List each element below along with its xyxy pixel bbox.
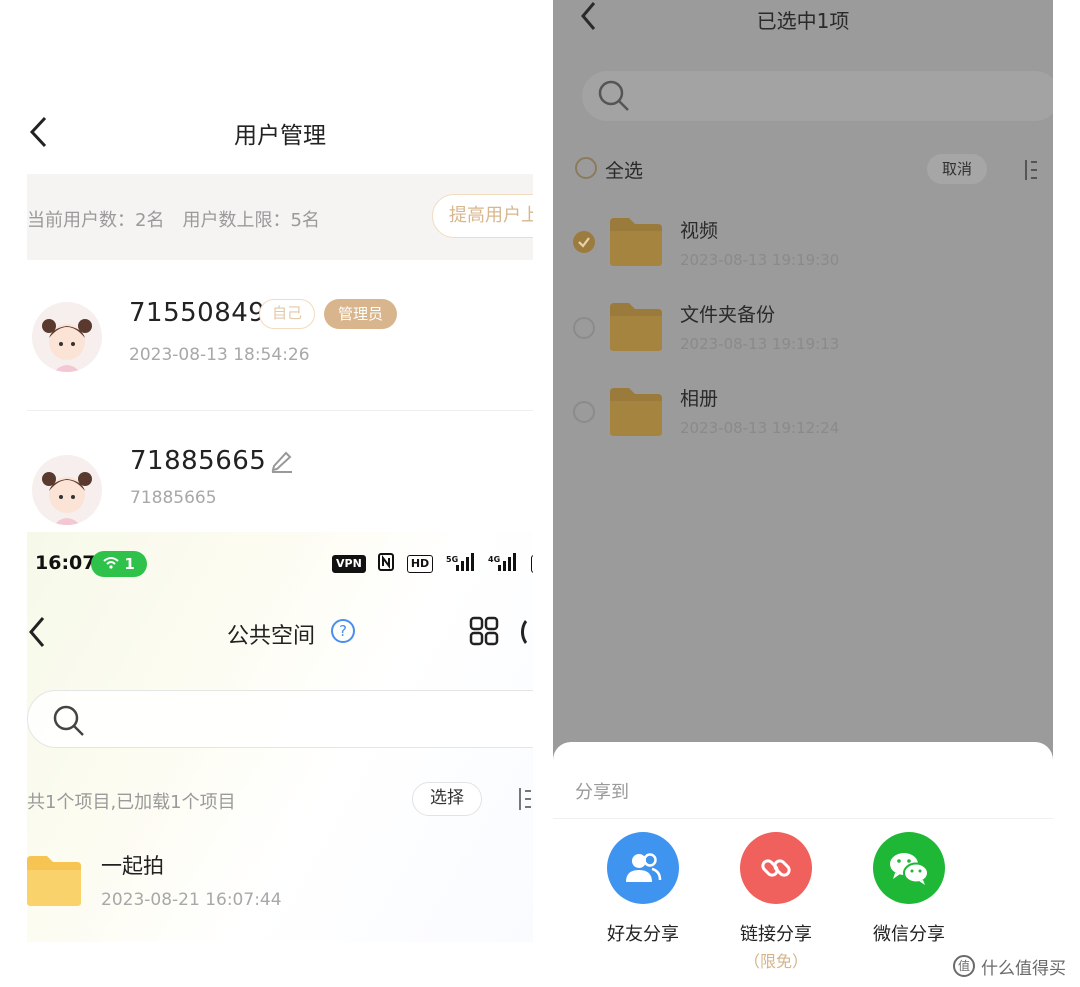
user-limit: 用户数上限：5名 xyxy=(182,210,320,231)
page-title: 用户管理 xyxy=(234,123,326,149)
folder-name[interactable]: 视频 xyxy=(680,216,718,243)
friends-icon xyxy=(607,832,679,904)
sort-icon[interactable] xyxy=(517,786,533,816)
search-icon xyxy=(52,704,86,742)
battery-icon: 21 xyxy=(530,555,533,573)
user-created-date: 2023-08-13 18:54:26 xyxy=(129,345,310,365)
edit-pencil-icon[interactable] xyxy=(270,448,294,478)
avatar xyxy=(32,302,102,372)
svg-text:4G: 4G xyxy=(488,555,500,564)
self-tag: 自己 xyxy=(259,299,316,329)
watermark-logo: 值 xyxy=(953,955,975,977)
more-icon[interactable] xyxy=(521,616,533,648)
selection-share-screen: 已选中1项 全选 取消 视频 2023-08-13 19:19:30 文件夹备份… xyxy=(553,0,1053,987)
current-user-count: 当前用户数：2名 xyxy=(27,210,165,231)
link-icon xyxy=(740,832,812,904)
cancel-button[interactable]: 取消 xyxy=(927,154,987,184)
item-count-text: 共1个项目,已加载1个项目 xyxy=(27,792,236,813)
user-management-screen: 用户管理 当前用户数：2名 用户数上限：5名 提高用户上 71550849 自己 … xyxy=(27,0,533,532)
wechat-icon xyxy=(873,832,945,904)
svg-text:5G: 5G xyxy=(446,555,458,564)
folder-icon xyxy=(610,216,662,270)
folder-date: 2023-08-21 16:07:44 xyxy=(101,890,282,910)
page-title: 公共空间 xyxy=(227,624,316,649)
avatar xyxy=(32,455,102,525)
status-bar-icons: VPN HD 5G 4G 21 xyxy=(332,553,533,575)
folder-date: 2023-08-13 19:19:13 xyxy=(680,335,840,353)
select-button[interactable]: 选择 xyxy=(412,782,482,816)
vpn-icon: VPN xyxy=(332,555,366,573)
public-space-screen: 16:07 1 VPN HD 5G 4G 21 公共空间 ? 共1个项目,已加载… xyxy=(27,532,533,942)
friend-share-label[interactable]: 好友分享 xyxy=(583,920,703,946)
folder-icon xyxy=(610,301,662,355)
watermark-text: 什么值得买 xyxy=(981,958,1066,979)
hd-icon: HD xyxy=(406,555,434,573)
free-limited-note: （限免） xyxy=(743,952,808,971)
search-icon xyxy=(598,80,630,116)
folder-icon xyxy=(610,386,662,440)
row-check-radio[interactable] xyxy=(573,317,595,339)
folder-date: 2023-08-13 19:19:30 xyxy=(680,251,840,269)
wechat-share-button[interactable] xyxy=(873,832,945,904)
folder-name[interactable]: 文件夹备份 xyxy=(680,300,775,327)
folder-name[interactable]: 一起拍 xyxy=(101,850,164,880)
select-all-label[interactable]: 全选 xyxy=(605,156,643,183)
sort-icon[interactable] xyxy=(1023,158,1039,186)
wifi-hotspot-badge: 1 xyxy=(91,551,147,577)
select-all-radio[interactable] xyxy=(575,157,597,179)
divider xyxy=(27,410,533,411)
nfc-icon xyxy=(378,553,395,575)
user-id: 71885665 xyxy=(130,446,267,476)
user-subtitle: 71885665 xyxy=(130,488,217,508)
search-input[interactable] xyxy=(27,690,533,748)
row-check-radio[interactable] xyxy=(573,401,595,423)
wifi-icon xyxy=(103,555,124,573)
upgrade-limit-button[interactable]: 提高用户上 xyxy=(432,194,533,238)
friend-share-button[interactable] xyxy=(607,832,679,904)
signal-icon: 4G xyxy=(488,553,518,575)
folder-name[interactable]: 相册 xyxy=(680,384,718,411)
folder-icon xyxy=(27,854,81,910)
wifi-badge-count: 1 xyxy=(124,555,135,573)
row-check-radio[interactable] xyxy=(573,231,595,253)
share-sheet-title: 分享到 xyxy=(575,782,629,803)
link-share-button[interactable] xyxy=(740,832,812,904)
search-input[interactable] xyxy=(581,70,1053,122)
watermark: 值 什么值得买 xyxy=(953,953,1066,979)
folder-date: 2023-08-13 19:12:24 xyxy=(680,419,840,437)
wechat-share-label[interactable]: 微信分享 xyxy=(849,920,969,946)
selection-title: 已选中1项 xyxy=(756,9,850,33)
signal-icon: 5G xyxy=(446,553,476,575)
divider xyxy=(553,818,1053,819)
link-share-label[interactable]: 链接分享 xyxy=(716,920,836,946)
user-id: 71550849 xyxy=(129,298,266,328)
admin-tag: 管理员 xyxy=(324,299,398,329)
back-arrow-icon[interactable] xyxy=(27,614,47,654)
quota-info: 当前用户数：2名 用户数上限：5名 xyxy=(27,206,320,232)
grid-view-icon[interactable] xyxy=(469,616,499,650)
help-icon[interactable]: ? xyxy=(331,619,355,643)
status-time: 16:07 xyxy=(35,552,96,574)
